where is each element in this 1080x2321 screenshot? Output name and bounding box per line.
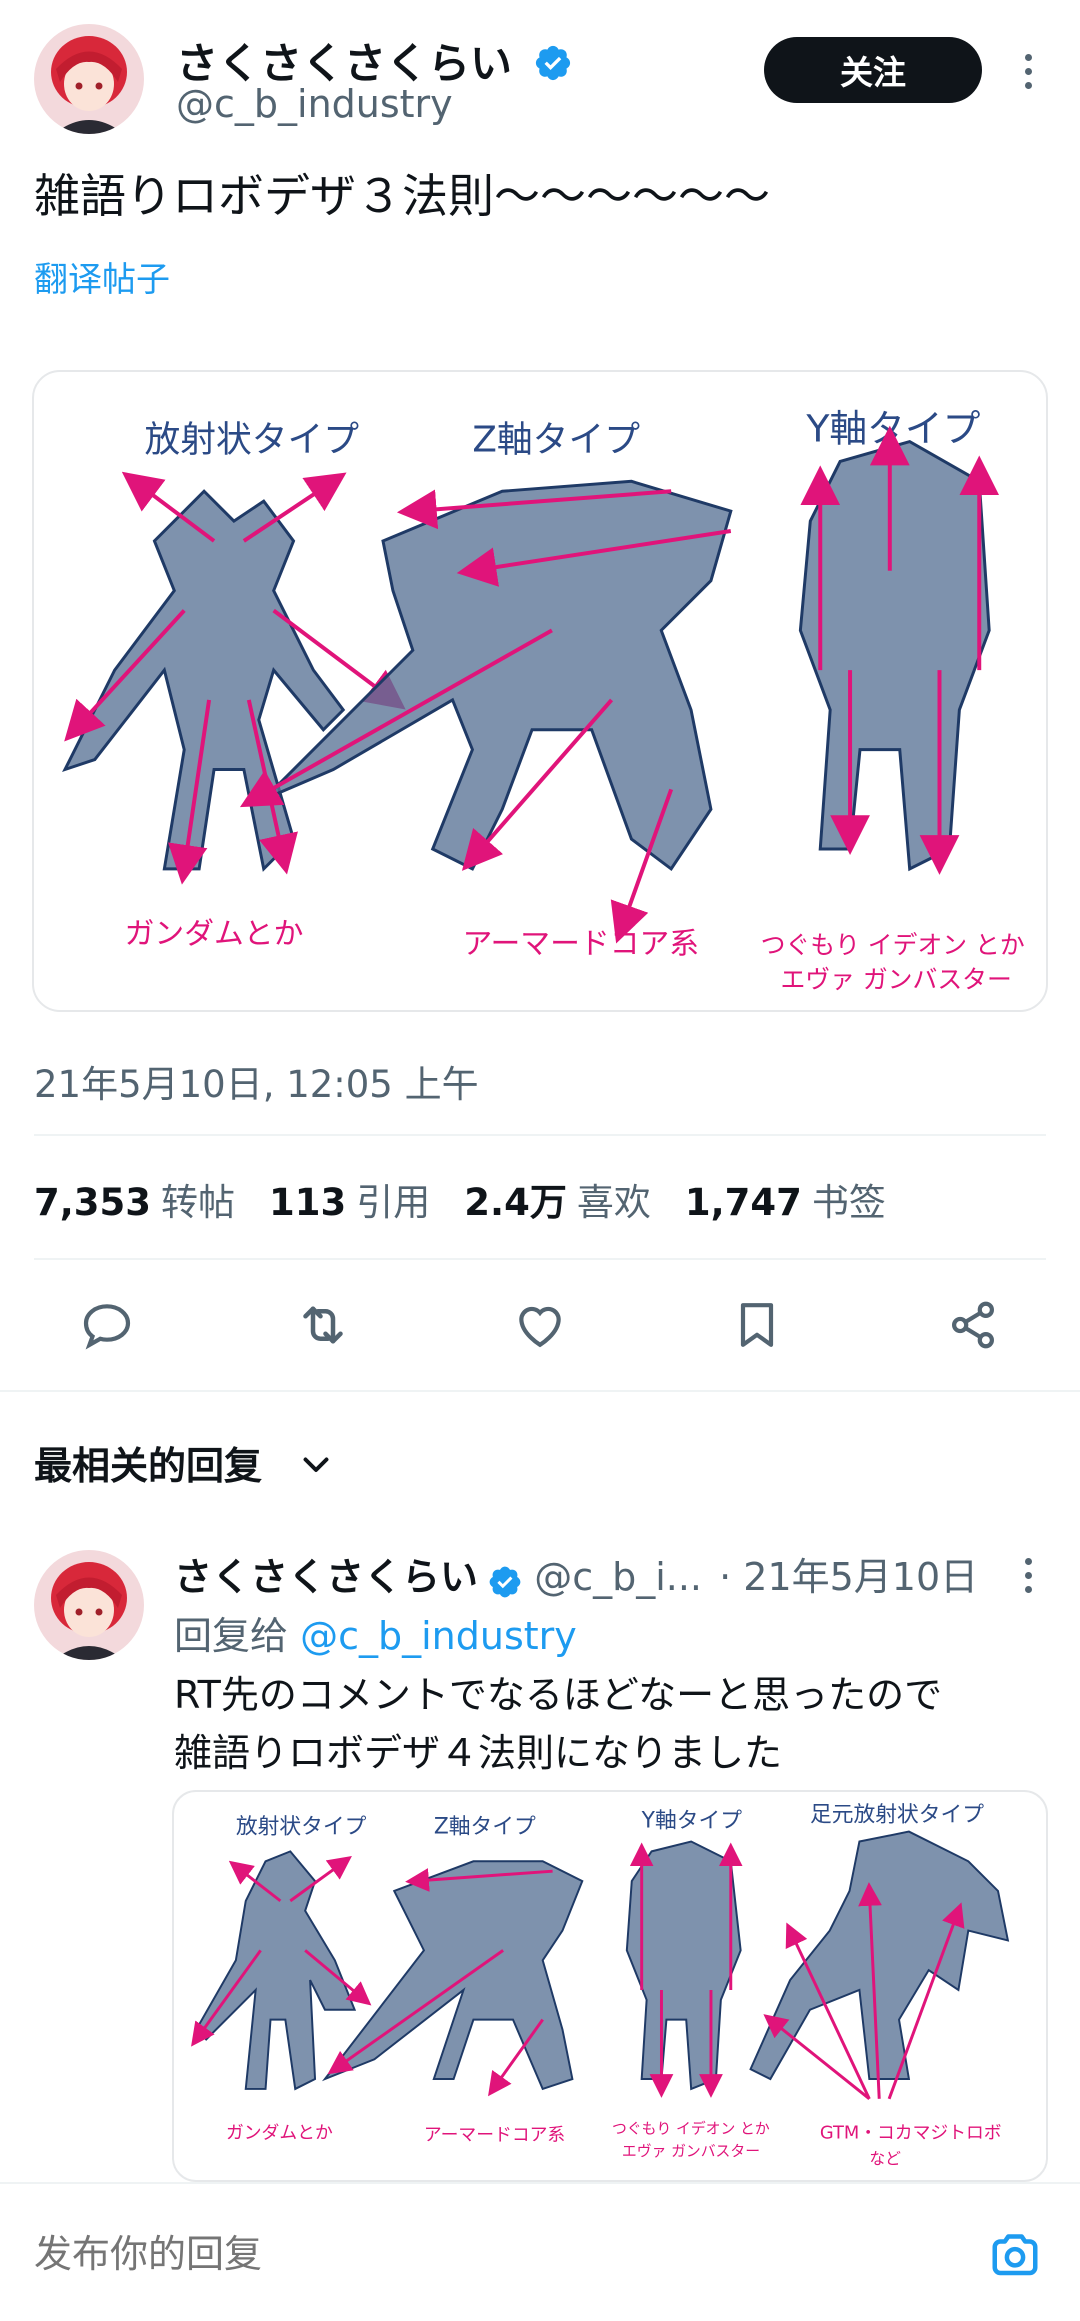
note-foot-line1: GTM・コカマジトロボ — [820, 2122, 1002, 2143]
reply-date[interactable]: · 21年5月10日 — [719, 1555, 978, 1599]
label-z-type: Z軸タイプ — [472, 420, 640, 461]
stat-quotes[interactable]: 113 引用 — [269, 1172, 430, 1226]
note-y-line2: エヴァ ガンバスター — [780, 965, 1011, 994]
tweet-text: 雑語りロボデザ３法則～～～～～～ — [34, 169, 770, 223]
label-z-type: Z軸タイプ — [434, 1815, 536, 1840]
label-y-type: Y軸タイプ — [641, 1809, 743, 1834]
reply-author-handle[interactable]: @c_b_i... — [534, 1555, 702, 1599]
label-radial-type: 放射状タイプ — [144, 420, 359, 461]
camera-icon[interactable] — [988, 2228, 1042, 2282]
follow-button[interactable]: 关注 — [764, 37, 982, 103]
reply-author-avatar[interactable] — [34, 1550, 144, 1660]
chevron-down-icon[interactable] — [298, 1446, 334, 1482]
reply-author-name[interactable]: さくさくさくらい — [174, 1555, 478, 1599]
note-z: アーマードコア系 — [424, 2124, 565, 2145]
more-options-icon[interactable] — [1016, 48, 1040, 96]
robot-sketch-4-types-image: 放射状タイプ Z軸タイプ Y軸タイプ 足元放射状タイプ ガンダムとか アーマード… — [191, 1803, 1010, 2168]
share-icon[interactable] — [940, 1292, 1006, 1358]
divider — [34, 1258, 1046, 1260]
label-foot-radial-type: 足元放射状タイプ — [810, 1803, 984, 1828]
translate-post-link[interactable]: 翻译帖子 — [34, 252, 170, 301]
bookmark-icon[interactable] — [724, 1292, 790, 1358]
stat-retweets[interactable]: 7,353 转帖 — [34, 1172, 235, 1226]
retweet-icon[interactable] — [290, 1292, 356, 1358]
note-y-line1: つぐもり イデオン とか — [612, 2119, 770, 2137]
robot-sketch-image: 放射状タイプ Z軸タイプ Y軸タイプ ガンダムとか アーマードコア系 つぐもり … — [62, 407, 1025, 994]
note-y-line2: エヴァ ガンバスター — [622, 2143, 760, 2160]
stat-likes[interactable]: 2.4万 喜欢 — [464, 1172, 651, 1226]
heart-icon[interactable] — [507, 1292, 573, 1358]
avatar-image — [34, 1550, 144, 1660]
tweet-timestamp[interactable]: 21年5月10日, 12:05 上午 — [34, 1054, 479, 1108]
author-avatar[interactable] — [34, 24, 144, 134]
author-handle[interactable]: @c_b_industry — [176, 82, 453, 126]
note-foot-line2: など — [869, 2149, 901, 2168]
divider — [34, 1134, 1046, 1136]
reply-text: RT先のコメントでなるほどなーと思ったので 雑語りロボデザ４法則になりました — [174, 1673, 943, 1775]
reply-media-image[interactable]: 放射状タイプ Z軸タイプ Y軸タイプ 足元放射状タイプ ガンダムとか アーマード… — [172, 1790, 1048, 2182]
note-radial: ガンダムとか — [226, 2122, 333, 2143]
author-name[interactable]: さくさくさくらい — [176, 39, 512, 88]
reply-to-line: 回复给 @c_b_industry — [174, 1605, 577, 1660]
reply-composer-input[interactable] — [34, 2232, 934, 2276]
divider — [0, 1390, 1080, 1392]
verified-badge-icon — [489, 1566, 521, 1597]
reply-to-handle-link[interactable]: @c_b_industry — [300, 1614, 577, 1658]
note-radial: ガンダムとか — [125, 916, 304, 951]
more-options-icon[interactable] — [1016, 1552, 1040, 1600]
label-radial-type: 放射状タイプ — [236, 1815, 367, 1840]
tweet-media-image[interactable]: 放射状タイプ Z軸タイプ Y軸タイプ ガンダムとか アーマードコア系 つぐもり … — [32, 370, 1048, 1012]
reply-to-prefix: 回复给 — [174, 1614, 289, 1658]
verified-badge-icon — [535, 45, 570, 80]
note-z: アーマードコア系 — [462, 926, 699, 961]
reply-icon[interactable] — [74, 1292, 140, 1358]
label-y-type: Y軸タイプ — [805, 407, 980, 451]
replies-sort-title[interactable]: 最相关的回复 — [34, 1435, 262, 1490]
stat-bookmarks[interactable]: 1,747 书签 — [685, 1172, 886, 1226]
tweet-stats: 7,353 转帖 113 引用 2.4万 喜欢 1,747 书签 — [34, 1172, 920, 1226]
avatar-image — [34, 24, 144, 134]
note-y-line1: つぐもり イデオン とか — [761, 930, 1025, 959]
